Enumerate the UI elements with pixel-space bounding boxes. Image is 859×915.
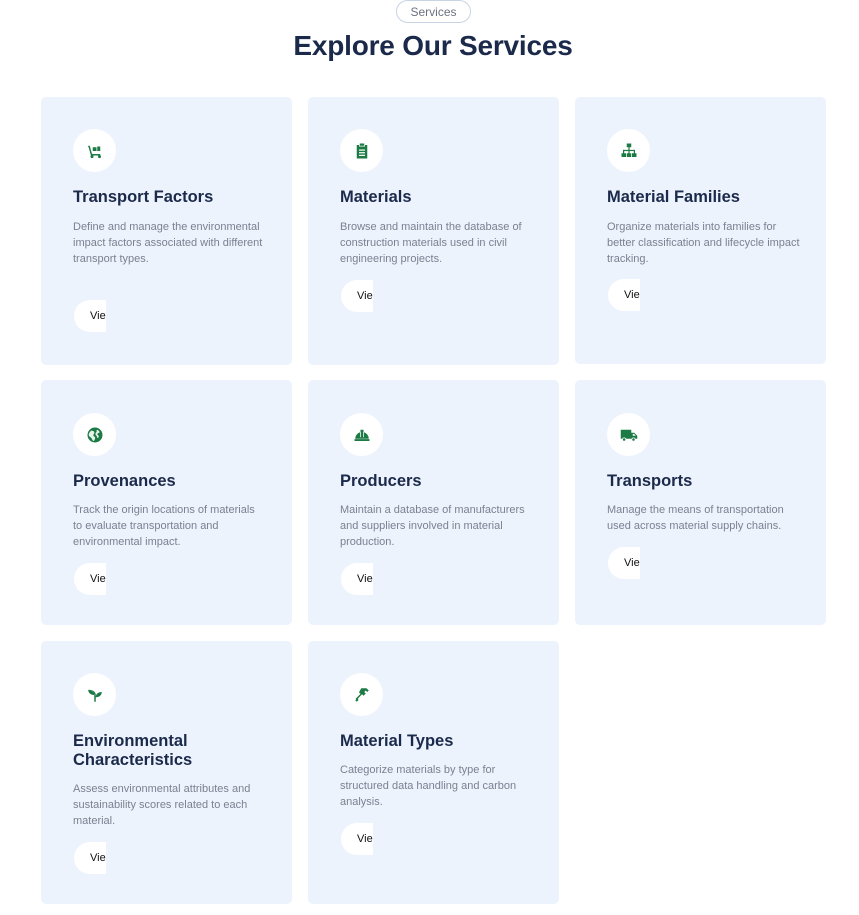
card-title: Materials bbox=[340, 188, 412, 206]
service-card-transport-factors: Transport Factors Define and manage the … bbox=[41, 97, 292, 365]
view-button[interactable]: Vie bbox=[341, 280, 373, 312]
card-title: Transports bbox=[607, 472, 693, 490]
sitemap-icon bbox=[607, 129, 650, 172]
card-title: Material Families bbox=[607, 188, 740, 206]
view-button[interactable]: Vie bbox=[608, 279, 640, 311]
view-button[interactable]: Vie bbox=[608, 547, 640, 579]
view-button[interactable]: Vie bbox=[74, 842, 106, 874]
clipboard-list-icon bbox=[340, 129, 383, 172]
card-title: Material Types bbox=[340, 732, 454, 750]
view-button[interactable]: Vie bbox=[74, 300, 106, 332]
card-title: Environmental Characteristics bbox=[73, 732, 193, 769]
globe-icon bbox=[73, 413, 116, 456]
hammer-icon bbox=[340, 673, 383, 716]
section-tag: Services bbox=[396, 0, 471, 23]
card-description: Organize materials into families for bet… bbox=[607, 221, 800, 265]
card-description: Manage the means of transportation used … bbox=[607, 504, 784, 532]
dolly-icon bbox=[73, 129, 116, 172]
service-card-material-families: Material Families Organize materials int… bbox=[575, 97, 826, 364]
hard-hat-icon bbox=[340, 413, 383, 456]
seedling-icon bbox=[73, 673, 116, 716]
truck-icon bbox=[607, 413, 650, 456]
card-title: Producers bbox=[340, 472, 422, 490]
card-description: Browse and maintain the database of cons… bbox=[340, 221, 522, 265]
view-button[interactable]: Vie bbox=[341, 823, 373, 855]
card-description: Define and manage the environmental impa… bbox=[73, 221, 263, 265]
card-description: Track the origin locations of materials … bbox=[73, 504, 255, 548]
view-button[interactable]: Vie bbox=[341, 563, 373, 595]
card-description: Categorize materials by type for structu… bbox=[340, 764, 517, 808]
service-card-material-types: Material Types Categorize materials by t… bbox=[308, 641, 559, 904]
service-card-transports: Transports Manage the means of transport… bbox=[575, 380, 826, 625]
service-card-environmental-characteristics: Environmental Characteristics Assess env… bbox=[41, 641, 292, 904]
card-title: Transport Factors bbox=[73, 188, 214, 206]
section-title: Explore Our Services bbox=[293, 30, 573, 61]
card-description: Assess environmental attributes and sust… bbox=[73, 783, 251, 827]
card-description: Maintain a database of manufacturers and… bbox=[340, 504, 525, 548]
service-card-provenances: Provenances Track the origin locations o… bbox=[41, 380, 292, 625]
service-card-producers: Producers Maintain a database of manufac… bbox=[308, 380, 559, 625]
service-card-materials: Materials Browse and maintain the databa… bbox=[308, 97, 559, 365]
view-button[interactable]: Vie bbox=[74, 563, 106, 595]
card-title: Provenances bbox=[73, 472, 176, 490]
